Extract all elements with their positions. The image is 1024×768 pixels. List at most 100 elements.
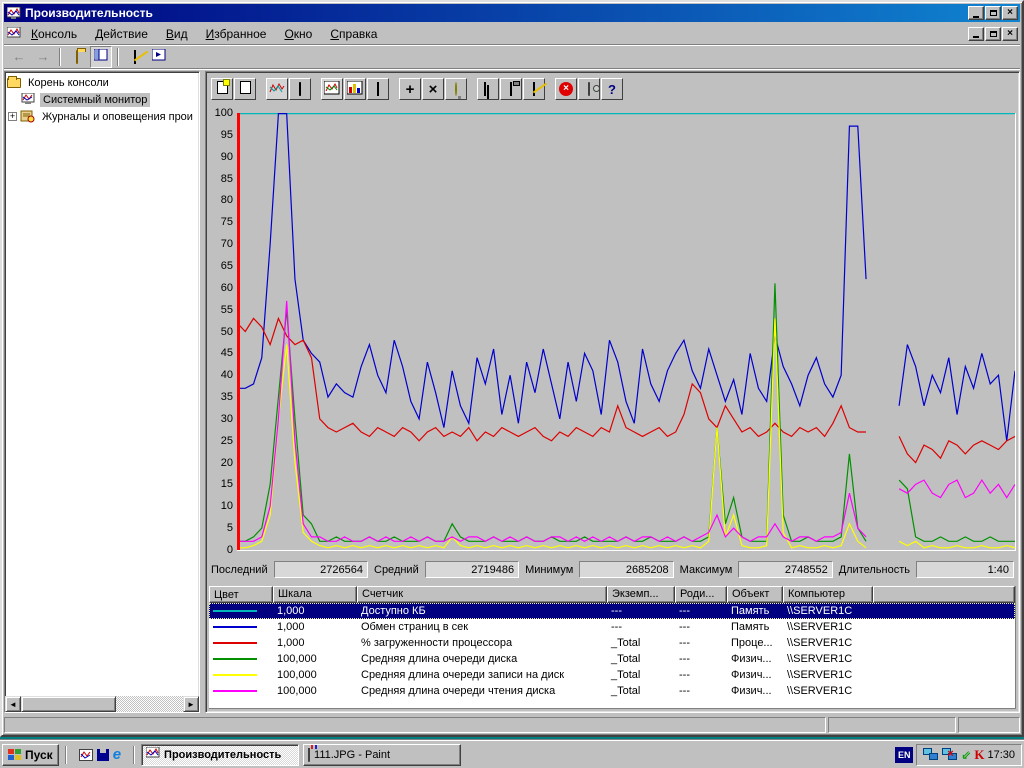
y-tick-label: 80 (209, 194, 233, 206)
legend-cell: --- (607, 605, 675, 617)
scroll-track[interactable] (116, 696, 183, 712)
restore-button[interactable] (985, 6, 1001, 20)
help-button[interactable]: ? (601, 78, 623, 100)
legend-row[interactable]: 100,000Средняя длина очереди чтения диск… (209, 683, 1015, 699)
counter-color-swatch (213, 610, 257, 612)
counter-color-swatch (213, 674, 257, 676)
scroll-left-button[interactable]: ◄ (5, 696, 21, 712)
legend-row[interactable]: 100,000Средняя длина очереди записи на д… (209, 667, 1015, 683)
sysmon-icon (21, 93, 37, 107)
menu-deystvie[interactable]: Действие (86, 24, 157, 44)
logs-icon (20, 110, 36, 124)
update-data-button[interactable] (578, 78, 600, 100)
language-indicator[interactable]: EN (895, 747, 913, 763)
counter-color-cell (209, 674, 273, 676)
legend-cell: 1,000 (273, 637, 357, 649)
legend-cell: \\SERVER1C (783, 621, 873, 633)
paste-counter-list-button[interactable] (500, 78, 522, 100)
tree-horizontal-scrollbar[interactable]: ◄ ► (5, 696, 199, 712)
stat-label-1: Средний (374, 564, 419, 576)
child-restore-button[interactable] (985, 27, 1001, 41)
close-button[interactable]: × (1002, 6, 1018, 20)
counter-color-cell (209, 658, 273, 660)
camera-icon (588, 83, 590, 95)
legend-column-header-0[interactable]: Цвет (209, 586, 273, 603)
view-current-activity-button[interactable] (266, 78, 288, 100)
child-close-button[interactable]: × (1002, 27, 1018, 41)
network-icon[interactable] (923, 748, 939, 761)
child-minimize-button[interactable] (968, 27, 984, 41)
properties-icon (533, 83, 535, 95)
view-log-data-button[interactable] (289, 78, 311, 100)
delete-counter-button[interactable]: × (422, 78, 444, 100)
legend-column-header-1[interactable]: Шкала (273, 586, 357, 603)
tree-item-label: Журналы и оповещения прои (39, 110, 196, 124)
clear-display-button[interactable] (234, 78, 256, 100)
scroll-thumb[interactable] (21, 696, 116, 712)
view-graph-button[interactable] (321, 78, 343, 100)
counter-color-swatch (213, 690, 257, 692)
series-line-5 (899, 480, 1015, 498)
antivirus-icon[interactable]: K (974, 747, 984, 763)
add-counter-button[interactable]: + (399, 78, 421, 100)
series-line-1 (899, 345, 1015, 441)
expand-toggle[interactable]: + (8, 112, 17, 121)
view-histogram-button[interactable] (344, 78, 366, 100)
sysmon-pane: +××? 10095908580757065605550454035302520… (205, 71, 1020, 713)
properties-button[interactable] (523, 78, 545, 100)
legend-row[interactable]: 1,000Доступно КБ------Память\\SERVER1C (209, 603, 1015, 619)
back-button[interactable]: ← (8, 46, 30, 68)
scroll-right-button[interactable]: ► (183, 696, 199, 712)
legend-column-header-4[interactable]: Роди... (675, 586, 727, 603)
show-hide-panel-button[interactable] (148, 46, 170, 68)
menu-izbrannoe[interactable]: Избранное (197, 24, 276, 44)
task-paint[interactable]: 111.JPG - Paint (303, 744, 461, 766)
legend-row[interactable]: 1,000% загруженности процессора_Total---… (209, 635, 1015, 651)
view-report-button[interactable] (367, 78, 389, 100)
legend-body: 1,000Доступно КБ------Память\\SERVER1C1,… (209, 603, 1015, 708)
menu-konsol[interactable]: Консоль (22, 24, 86, 44)
save-icon[interactable] (97, 749, 109, 761)
legend-row[interactable]: 1,000Обмен страниц в сек------Память\\SE… (209, 619, 1015, 635)
forward-button[interactable]: → (32, 46, 54, 68)
freeze-display-button[interactable]: × (555, 78, 577, 100)
legend-cell: Средняя длина очереди записи на диск (357, 669, 607, 681)
show-hide-tree-button[interactable] (90, 46, 112, 68)
arrow-right-icon: → (37, 49, 50, 64)
menu-spravka[interactable]: Справка (321, 24, 386, 44)
y-tick-label: 30 (209, 413, 233, 425)
window-title: Производительность (25, 6, 968, 20)
lightbulb-icon (455, 83, 457, 95)
legend-column-header-2[interactable]: Счетчик (357, 586, 607, 603)
up-one-level-button[interactable] (66, 46, 88, 68)
legend-column-header-3[interactable]: Экземп... (607, 586, 675, 603)
network-disconnected-icon[interactable]: × (942, 748, 958, 761)
legend-column-header-5[interactable]: Объект (727, 586, 783, 603)
legend-column-header-6[interactable]: Компьютер (783, 586, 873, 603)
legend-cell: \\SERVER1C (783, 605, 873, 617)
copy-properties-button[interactable] (477, 78, 499, 100)
y-tick-label: 65 (209, 260, 233, 272)
legend-cell: \\SERVER1C (783, 669, 873, 681)
scheduler-icon[interactable]: ⇙ (961, 748, 971, 762)
menu-okno[interactable]: Окно (275, 24, 321, 44)
internet-explorer-icon[interactable]: e (113, 747, 121, 762)
child-system-menu-icon[interactable] (6, 26, 22, 42)
performance-window: Производительность × КонсольДействиеВидИ… (0, 0, 1024, 737)
minimize-button[interactable] (968, 6, 984, 20)
tree-item-logs-alerts[interactable]: + Журналы и оповещения прои (7, 108, 199, 125)
highlight-button[interactable] (445, 78, 467, 100)
tree-item-system-monitor[interactable]: Системный монитор (7, 91, 199, 108)
legend-row[interactable]: 100,000Средняя длина очереди диска_Total… (209, 651, 1015, 667)
tree-item-root[interactable]: Корень консоли (7, 74, 199, 91)
export-list-button[interactable] (124, 46, 146, 68)
task-performance[interactable]: Производительность (141, 744, 299, 766)
start-button[interactable]: Пуск (2, 744, 59, 766)
page-icon (240, 81, 251, 97)
title-bar[interactable]: Производительность × (4, 4, 1020, 22)
legend-column-header-7[interactable] (873, 586, 1015, 603)
new-counter-set-button[interactable] (211, 78, 233, 100)
menu-vid[interactable]: Вид (157, 24, 197, 44)
clock[interactable]: 17:30 (987, 749, 1015, 761)
show-desktop-icon[interactable] (79, 749, 93, 761)
